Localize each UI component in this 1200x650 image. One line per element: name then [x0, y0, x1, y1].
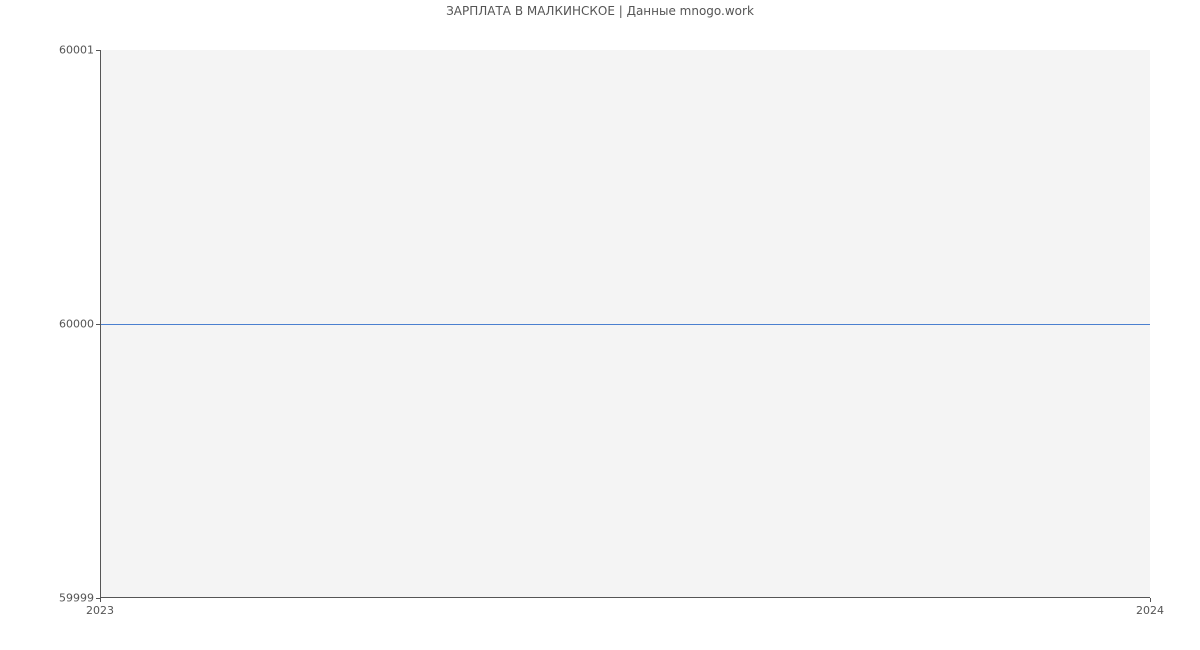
series-line: [101, 324, 1150, 325]
y-tick-label: 59999: [4, 592, 94, 605]
x-tick-mark: [1150, 598, 1151, 602]
x-tick-mark: [100, 598, 101, 602]
x-tick-label: 2023: [86, 604, 114, 617]
x-tick-label: 2024: [1136, 604, 1164, 617]
y-tick-label: 60001: [4, 44, 94, 57]
chart-title: ЗАРПЛАТА В МАЛКИНСКОЕ | Данные mnogo.wor…: [0, 4, 1200, 18]
y-tick-label: 60000: [4, 318, 94, 331]
plot-area: [100, 50, 1150, 598]
line-chart: ЗАРПЛАТА В МАЛКИНСКОЕ | Данные mnogo.wor…: [0, 0, 1200, 620]
